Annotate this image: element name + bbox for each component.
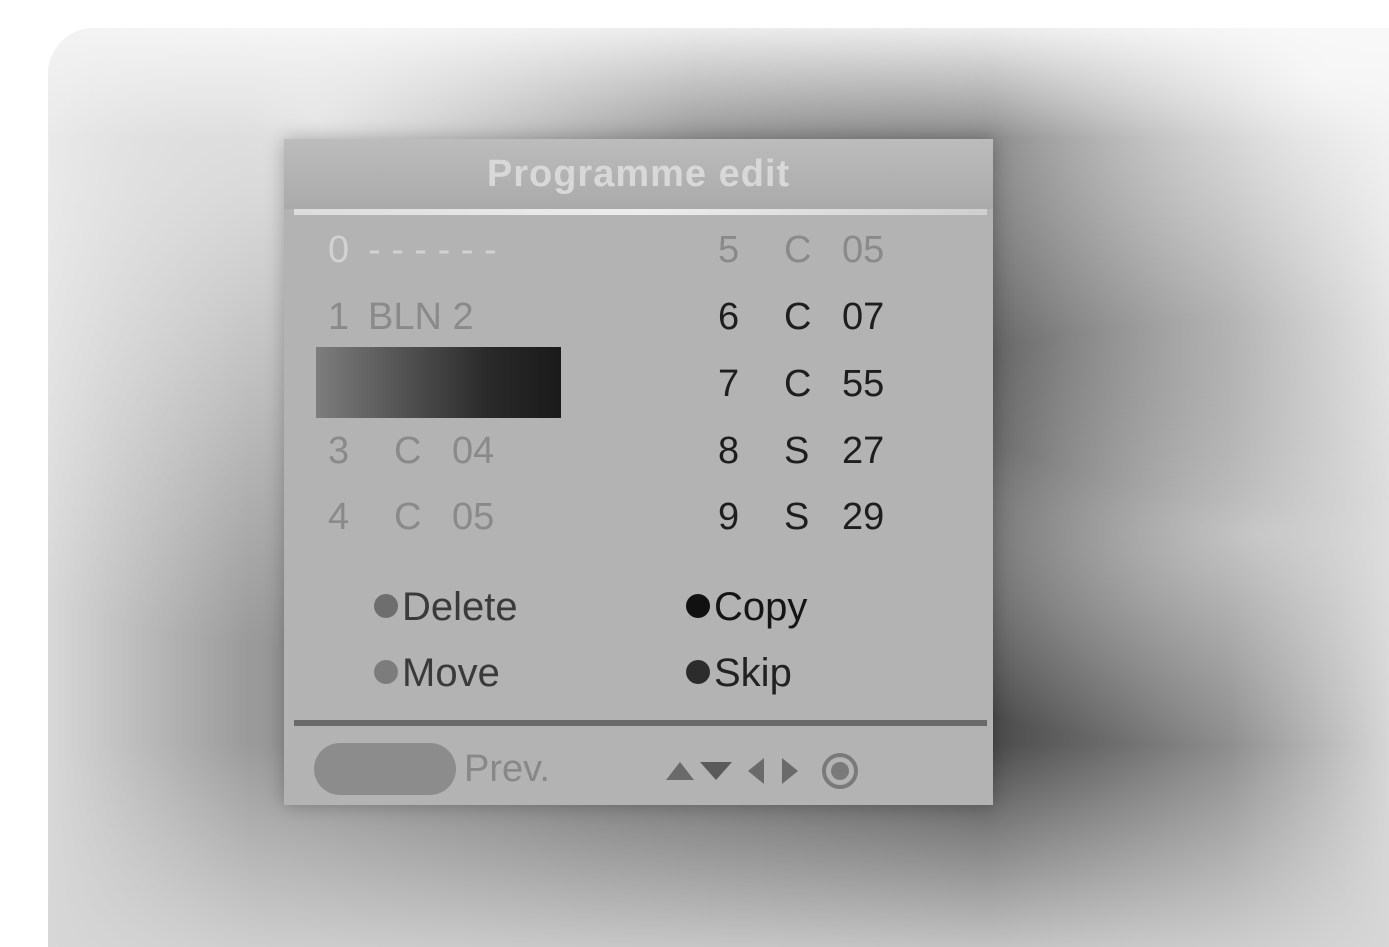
- programme-row-4[interactable]: 4 C 05: [328, 492, 494, 542]
- delete-option[interactable]: Delete: [374, 582, 518, 632]
- copy-option[interactable]: Copy: [686, 582, 807, 632]
- programme-channel: - - - - - -: [368, 229, 497, 271]
- programme-row-7[interactable]: 7 C 55: [718, 359, 884, 409]
- programme-band: C: [784, 363, 812, 405]
- title-divider: [294, 209, 987, 215]
- footer-divider: [294, 720, 987, 726]
- red-button-icon: [374, 594, 398, 619]
- green-button-icon: [686, 594, 710, 619]
- delete-label: Delete: [402, 585, 518, 629]
- programme-band: C: [394, 496, 422, 538]
- menu-title: Programme edit: [284, 139, 993, 209]
- move-option[interactable]: Move: [374, 648, 500, 698]
- programme-row-3[interactable]: 3 C 04: [328, 426, 494, 476]
- yellow-button-icon: [374, 660, 398, 685]
- left-arrow-icon: [748, 758, 764, 784]
- up-arrow-icon: [666, 762, 694, 780]
- programme-number: 0: [328, 229, 350, 271]
- programme-number: 3: [328, 430, 350, 472]
- selected-programme-row-2[interactable]: [316, 347, 561, 418]
- programme-number: 9: [718, 496, 740, 538]
- prev-label: Prev.: [464, 748, 550, 790]
- programme-number: 1: [328, 296, 350, 338]
- skip-label: Skip: [714, 651, 792, 695]
- move-label: Move: [402, 651, 500, 695]
- programme-number: 5: [718, 229, 740, 271]
- programme-number: 6: [718, 296, 740, 338]
- copy-label: Copy: [714, 585, 808, 629]
- ok-icon: [822, 753, 858, 789]
- programme-row-9[interactable]: 9 S 29: [718, 492, 884, 542]
- programme-channel: 29: [842, 496, 885, 538]
- programme-channel: 27: [842, 430, 885, 472]
- programme-band: C: [394, 430, 422, 472]
- programme-row-0[interactable]: 0 - - - - - -: [328, 225, 497, 275]
- programme-channel: 05: [842, 229, 885, 271]
- programme-channel: 04: [452, 430, 495, 472]
- programme-channel: 05: [452, 496, 495, 538]
- programme-number: 8: [718, 430, 740, 472]
- programme-channel: 55: [842, 363, 885, 405]
- programme-channel: BLN 2: [368, 296, 474, 338]
- programme-band: C: [784, 229, 812, 271]
- down-arrow-icon: [700, 762, 732, 780]
- blue-button-icon: [686, 660, 710, 685]
- programme-band: S: [784, 496, 810, 538]
- programme-band: C: [784, 296, 812, 338]
- skip-option[interactable]: Skip: [686, 648, 792, 698]
- programme-row-1[interactable]: 1 BLN 2: [328, 292, 474, 342]
- programme-row-5[interactable]: 5 C 05: [718, 225, 884, 275]
- navigation-hints: [666, 751, 858, 791]
- menu-button-icon[interactable]: [314, 743, 456, 795]
- programme-number: 4: [328, 496, 350, 538]
- programme-row-8[interactable]: 8 S 27: [718, 426, 884, 476]
- right-arrow-icon: [782, 758, 798, 784]
- programme-band: S: [784, 430, 810, 472]
- programme-edit-menu: Programme edit 0 - - - - - - 1 BLN 2 3 C…: [284, 139, 993, 805]
- programme-number: 7: [718, 363, 740, 405]
- programme-row-6[interactable]: 6 C 07: [718, 292, 884, 342]
- programme-channel: 07: [842, 296, 885, 338]
